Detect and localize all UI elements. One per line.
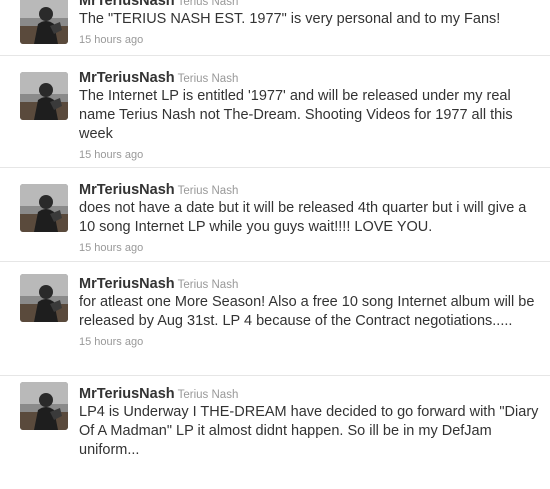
full-name: Terius Nash xyxy=(177,0,239,8)
tweet-item: MrTeriusNash Terius Nash LP4 is Underway … xyxy=(0,376,550,489)
timestamp[interactable]: 15 hours ago xyxy=(79,241,544,256)
screen-name[interactable]: MrTeriusNash xyxy=(79,386,175,402)
avatar[interactable] xyxy=(20,72,68,120)
full-name: Terius Nash xyxy=(177,389,239,401)
tweet-item: MrTeriusNash Terius Nash does not have a … xyxy=(0,168,550,262)
tweet-item: MrTeriusNash Terius Nash The "TERIUS NASH… xyxy=(0,0,550,56)
tweet-item: MrTeriusNash Terius Nash The Internet LP … xyxy=(0,56,550,168)
tweet-text: for atleast one More Season! Also a free… xyxy=(79,294,535,329)
tweet-header: MrTeriusNash Terius Nash xyxy=(79,0,544,9)
screen-name[interactable]: MrTeriusNash xyxy=(79,276,175,292)
screen-name[interactable]: MrTeriusNash xyxy=(79,182,175,198)
timestamp[interactable]: 15 hours ago xyxy=(79,33,544,48)
avatar[interactable] xyxy=(20,274,68,322)
tweet-header: MrTeriusNash Terius Nash xyxy=(79,275,544,292)
tweet-item: MrTeriusNash Terius Nash for atleast one … xyxy=(0,262,550,376)
tweet-text: does not have a date but it will be rele… xyxy=(79,200,527,235)
tweet-text: The "TERIUS NASH EST. 1977" is very pers… xyxy=(79,11,501,27)
full-name: Terius Nash xyxy=(177,73,239,85)
timestamp[interactable]: 15 hours ago xyxy=(79,148,544,163)
tweet-text: The Internet LP is entitled '1977' and w… xyxy=(79,88,513,142)
avatar[interactable] xyxy=(20,0,68,44)
screen-name[interactable]: MrTeriusNash xyxy=(79,70,175,86)
tweet-header: MrTeriusNash Terius Nash xyxy=(79,69,544,86)
avatar[interactable] xyxy=(20,382,68,430)
timestamp[interactable]: 15 hours ago xyxy=(79,335,544,350)
tweet-text: LP4 is Underway I THE-DREAM have decided… xyxy=(79,404,539,458)
tweet-header: MrTeriusNash Terius Nash xyxy=(79,385,544,402)
tweet-feed: MrTeriusNash Terius Nash The "TERIUS NASH… xyxy=(0,0,550,489)
avatar[interactable] xyxy=(20,184,68,232)
tweet-header: MrTeriusNash Terius Nash xyxy=(79,181,544,198)
screen-name[interactable]: MrTeriusNash xyxy=(79,0,175,9)
full-name: Terius Nash xyxy=(177,279,239,291)
full-name: Terius Nash xyxy=(177,185,239,197)
